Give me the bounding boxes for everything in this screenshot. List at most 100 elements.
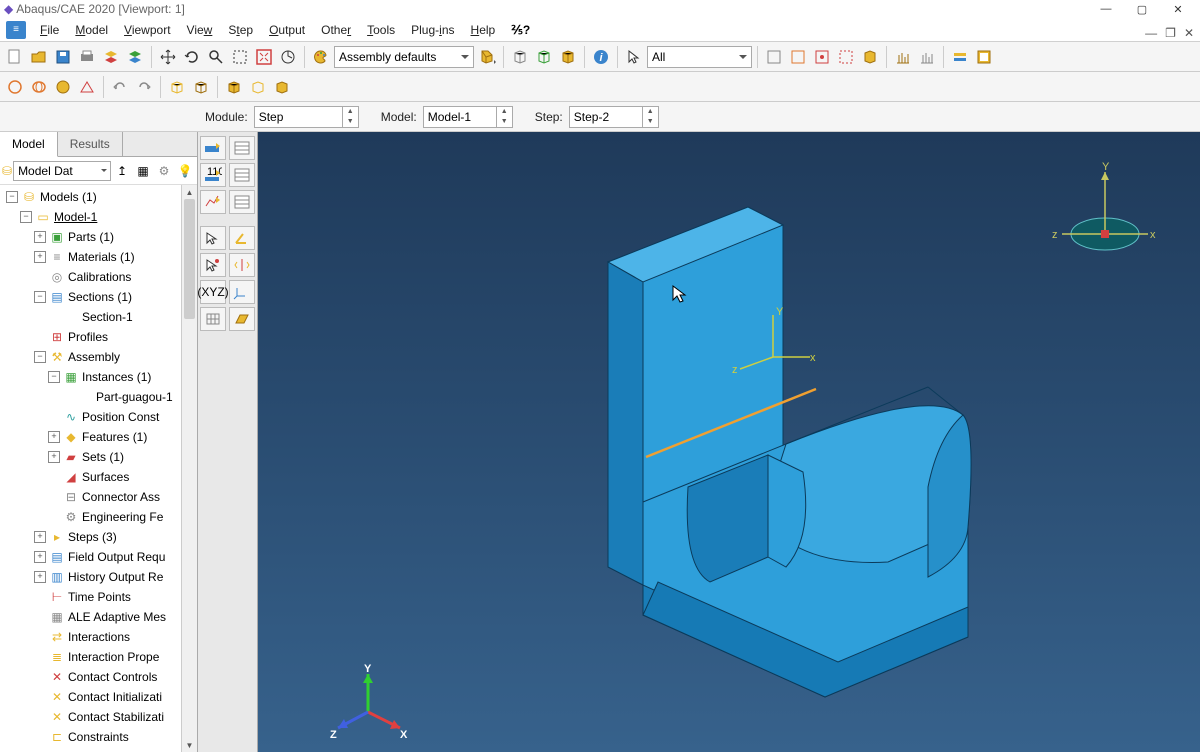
orientation-triad[interactable]: Y x z (1050, 162, 1160, 272)
tree-up-icon[interactable]: ↥ (112, 161, 132, 181)
pan-icon[interactable] (157, 46, 179, 68)
box4-icon[interactable] (247, 76, 269, 98)
sphere1-icon[interactable] (4, 76, 26, 98)
menu-tools[interactable]: Tools (359, 20, 403, 40)
tree-node[interactable]: ✕Contact Controls (0, 667, 197, 687)
sel2-icon[interactable] (787, 46, 809, 68)
tree-bulb-icon[interactable]: 💡 (175, 161, 195, 181)
viewport-3d[interactable]: Y x z Y x z Y X (258, 132, 1200, 752)
menu-other[interactable]: Other (313, 20, 359, 40)
tree-node[interactable]: ⚙Engineering Fe (0, 507, 197, 527)
tool-step-manager-icon[interactable] (229, 136, 255, 160)
tree-node[interactable]: ✕Contact Stabilizati (0, 707, 197, 727)
menu-file[interactable]: File (32, 20, 67, 40)
shaded-icon[interactable] (557, 46, 579, 68)
select-arrow-icon[interactable] (623, 46, 645, 68)
module-combo[interactable]: Step▲▼ (254, 106, 359, 128)
tool-csys-icon[interactable] (229, 280, 255, 304)
menu-help[interactable]: Help (463, 20, 504, 40)
sphere2-icon[interactable] (28, 76, 50, 98)
doc-close-icon[interactable]: ✕ (1184, 26, 1194, 40)
tree-node[interactable]: −⛁Models (1) (0, 187, 197, 207)
tree-node[interactable]: +▣Parts (1) (0, 227, 197, 247)
open-icon[interactable] (28, 46, 50, 68)
tree-node[interactable]: −▤Sections (1) (0, 287, 197, 307)
step-combo[interactable]: Step-2▲▼ (569, 106, 659, 128)
hidden-icon[interactable] (533, 46, 555, 68)
datum2-icon[interactable] (916, 46, 938, 68)
close-button[interactable]: ✕ (1160, 3, 1196, 16)
tree-node[interactable]: +◆Features (1) (0, 427, 197, 447)
tab-model[interactable]: Model (0, 132, 58, 157)
tool-create-step-icon[interactable] (200, 136, 226, 160)
wireframe-icon[interactable] (509, 46, 531, 68)
minimize-button[interactable]: — (1088, 3, 1124, 15)
tree-node[interactable]: ⊟Connector Ass (0, 487, 197, 507)
sphere3-icon[interactable] (52, 76, 74, 98)
persp-icon[interactable] (76, 76, 98, 98)
tree-node[interactable]: −▭Model-1 (0, 207, 197, 227)
sel1-icon[interactable] (763, 46, 785, 68)
menu-viewport[interactable]: Viewport (116, 20, 178, 40)
tool-history-output-icon[interactable] (200, 190, 226, 214)
info-icon[interactable]: i (590, 46, 612, 68)
cycle-view-icon[interactable] (277, 46, 299, 68)
tree-node[interactable]: ⊞Profiles (0, 327, 197, 347)
menu-model[interactable]: Model (67, 20, 116, 40)
tool-arrow2-icon[interactable] (200, 253, 226, 277)
new-icon[interactable] (4, 46, 26, 68)
menu-step[interactable]: Step (220, 20, 261, 40)
model-tree[interactable]: −⛁Models (1)−▭Model-1+▣Parts (1)+≡Materi… (0, 185, 197, 749)
tool-split-icon[interactable] (229, 253, 255, 277)
tab-results[interactable]: Results (58, 132, 123, 157)
sel4-icon[interactable] (835, 46, 857, 68)
menu-plugins[interactable]: Plug-ins (403, 20, 462, 40)
tool-field-manager-icon[interactable] (229, 163, 255, 187)
attr2-icon[interactable] (973, 46, 995, 68)
tree-settings-icon[interactable]: ⚙ (154, 161, 174, 181)
box1-icon[interactable] (166, 76, 188, 98)
context-help-icon[interactable]: ⅖? (507, 21, 534, 39)
tree-node[interactable]: +▸Steps (3) (0, 527, 197, 547)
tree-node[interactable]: ⊏Constraints (0, 727, 197, 747)
undo-icon[interactable] (109, 76, 131, 98)
tree-node[interactable]: ⊢Time Points (0, 587, 197, 607)
tool-arrow1-icon[interactable] (200, 226, 226, 250)
layers-icon[interactable] (100, 46, 122, 68)
layers2-icon[interactable] (124, 46, 146, 68)
fit-icon[interactable] (253, 46, 275, 68)
menu-view[interactable]: View (179, 20, 221, 40)
render-combo-icon[interactable] (476, 46, 498, 68)
tree-node[interactable]: Section-1 (0, 307, 197, 327)
tool-history-manager-icon[interactable] (229, 190, 255, 214)
tool-angle-icon[interactable] (229, 226, 255, 250)
zoom-icon[interactable] (205, 46, 227, 68)
tool-field-output-icon[interactable]: 11010 (200, 163, 226, 187)
tree-node[interactable]: +▥History Output Re (0, 567, 197, 587)
sel5-icon[interactable] (859, 46, 881, 68)
tree-node[interactable]: +▤Field Output Requ (0, 547, 197, 567)
zoombox-icon[interactable] (229, 46, 251, 68)
tree-filter-combo[interactable]: Model Dat (13, 161, 111, 181)
tool-plane-icon[interactable] (229, 307, 255, 331)
tree-node[interactable]: +▰Sets (1) (0, 447, 197, 467)
palette-icon[interactable] (310, 46, 332, 68)
attr1-icon[interactable] (949, 46, 971, 68)
save-icon[interactable] (52, 46, 74, 68)
tree-node[interactable]: ◢Surfaces (0, 467, 197, 487)
box5-icon[interactable] (271, 76, 293, 98)
box2-icon[interactable] (190, 76, 212, 98)
tree-node[interactable]: ◎Calibrations (0, 267, 197, 287)
redo-icon[interactable] (133, 76, 155, 98)
tree-node[interactable]: ✕Contact Initializati (0, 687, 197, 707)
tree-scrollbar[interactable]: ▲ ▼ (181, 185, 197, 752)
tree-filter-icon[interactable]: ▦ (133, 161, 153, 181)
print-icon[interactable] (76, 46, 98, 68)
tree-node[interactable]: Part-guagou-1 (0, 387, 197, 407)
assembly-defaults-combo[interactable]: Assembly defaults (334, 46, 474, 68)
doc-minimize-icon[interactable]: — (1145, 26, 1157, 40)
rotate-icon[interactable] (181, 46, 203, 68)
tree-node[interactable]: ▦ALE Adaptive Mes (0, 607, 197, 627)
maximize-button[interactable]: ▢ (1124, 3, 1160, 16)
tree-node[interactable]: ⇄Interactions (0, 627, 197, 647)
